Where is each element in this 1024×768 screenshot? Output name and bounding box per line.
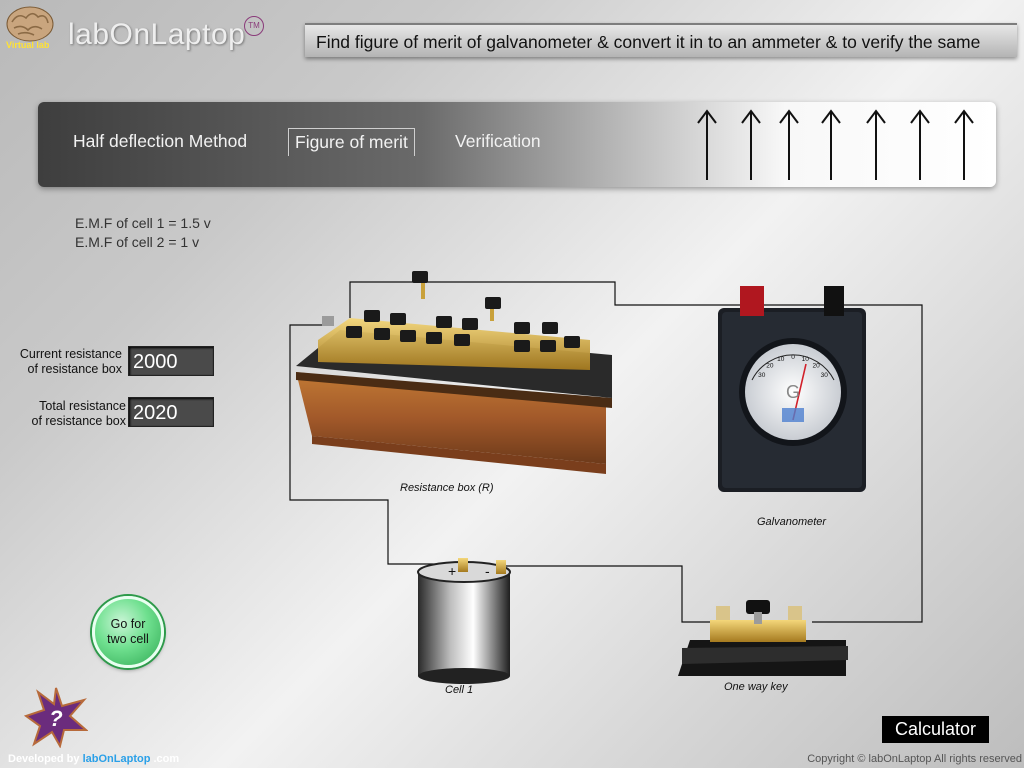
galvanometer-scale-label: 30 bbox=[758, 372, 766, 379]
one-way-key-label: One way key bbox=[724, 681, 788, 693]
galvanometer-letter: G bbox=[786, 382, 800, 402]
galvanometer-scale-label: 30 bbox=[821, 372, 829, 379]
galvanometer-label: Galvanometer bbox=[757, 516, 827, 528]
go-button-line2: two cell bbox=[107, 632, 149, 646]
calculator-button[interactable]: Calculator bbox=[882, 716, 989, 743]
footer-developer: Developed by labOnLaptop .com bbox=[8, 753, 179, 765]
galvanometer-scale-label: 0 bbox=[791, 354, 795, 361]
copyright-text: Copyright © labOnLaptop All rights reser… bbox=[807, 753, 1022, 765]
galvanometer-scale-label: 20 bbox=[812, 362, 820, 369]
cell-plus-sign: + bbox=[448, 563, 456, 579]
resistance-box[interactable] bbox=[296, 271, 612, 474]
cell-1[interactable] bbox=[417, 558, 511, 684]
go-for-two-cell-button[interactable]: Go for two cell bbox=[92, 596, 164, 668]
galvanometer-scale-label: 10 bbox=[802, 356, 810, 363]
resistance-box-label: Resistance box (R) bbox=[400, 482, 494, 494]
one-way-key[interactable] bbox=[678, 600, 848, 676]
footer-developed-by: Developed by bbox=[8, 753, 80, 765]
help-icon[interactable]: ? bbox=[24, 686, 88, 748]
go-button-line1: Go for bbox=[110, 617, 146, 631]
footer-dev-link[interactable]: labOnLaptop bbox=[83, 753, 151, 765]
cell-minus-sign: - bbox=[485, 563, 490, 579]
galvanometer-scale-label: 20 bbox=[766, 362, 774, 369]
help-symbol: ? bbox=[49, 706, 62, 731]
footer-dev-suffix: .com bbox=[153, 753, 180, 765]
galvanometer-scale-label: 10 bbox=[777, 356, 785, 363]
cell-1-label: Cell 1 bbox=[445, 684, 474, 696]
